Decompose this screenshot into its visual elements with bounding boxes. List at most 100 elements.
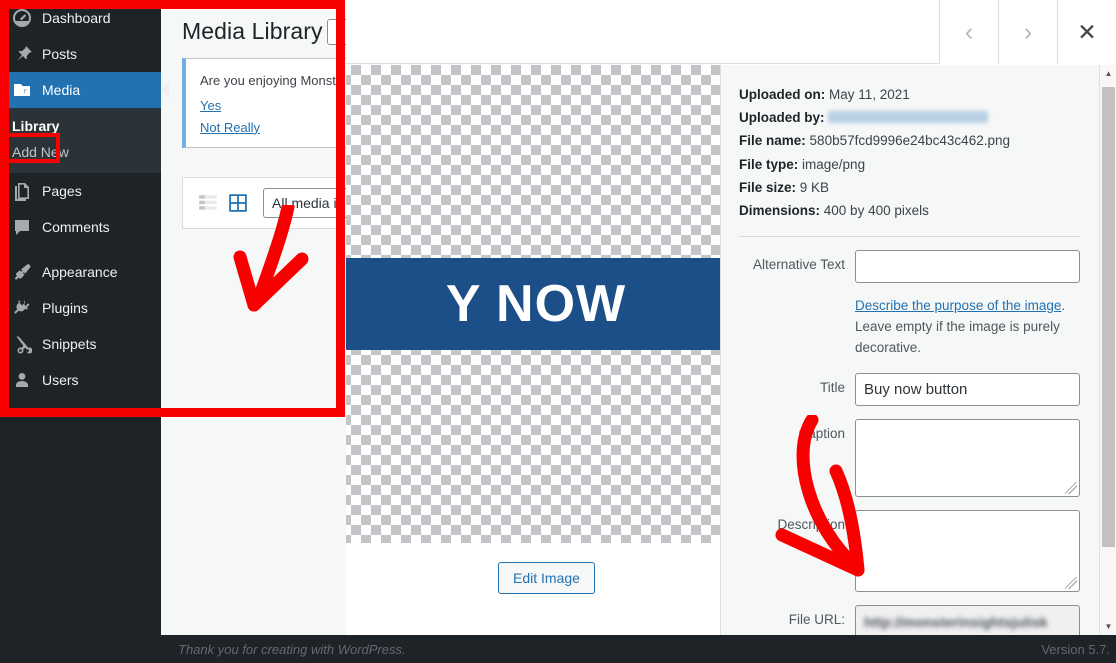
wordpress-admin-screen: Dashboard Posts Media Library Add New Pa… [0,0,1116,663]
footer-thanks-text: Thank you for creating with [178,641,338,657]
sidebar-item-label: Appearance [42,264,118,280]
preview-buy-now-graphic: Y NOW [346,258,720,350]
file-type-label: File type: [739,156,799,172]
file-type-row: File type: image/png [739,153,1080,176]
monsterinsights-notice: Are you enjoying Monst Yes Not Really [182,58,346,148]
sidebar-separator [0,245,161,254]
add-new-button-stub[interactable] [326,19,346,45]
sidebar-item-users[interactable]: Users [0,362,161,398]
uploaded-on-row: Uploaded on: May 11, 2021 [739,83,1080,106]
comments-icon [10,215,34,239]
attachment-preview-image: Y NOW [346,65,720,543]
file-name-label: File name: [739,133,806,149]
file-url-input[interactable]: http://monsterinsightsjulisk [855,605,1080,635]
sidebar-item-label: Media [42,82,81,98]
admin-sidebar: Dashboard Posts Media Library Add New Pa… [0,0,169,663]
close-icon[interactable]: ✕ [1057,0,1116,64]
title-input[interactable]: Buy now button [855,373,1080,407]
file-url-label: File URL: [788,612,845,628]
sidebar-item-label: Snippets [42,336,97,352]
file-url-control: http://monsterinsightsjulisk [855,605,1080,635]
scroll-up-icon[interactable]: ▲ [1100,65,1116,82]
footer-period: . [402,641,406,657]
file-url-value: http://monsterinsightsjulisk [864,613,1048,630]
users-icon [10,368,34,392]
page-title: Media Library [161,0,346,45]
caption-control [855,419,1080,498]
next-media-button[interactable]: › [998,0,1057,64]
notice-text: Are you enjoying Monst [200,73,336,88]
pages-icon [10,179,34,203]
modal-nav-buttons: ‹ › ✕ [939,0,1116,64]
scrollbar-thumb[interactable] [1102,87,1115,547]
caption-row: Caption [739,419,1080,498]
media-toolbar: All media i [182,177,346,229]
uploaded-on-value: May 11, 2021 [829,87,910,102]
plugins-plug-icon [10,296,34,320]
dimensions-row: Dimensions: 400 by 400 pixels [739,199,1080,222]
file-url-row: File URL: http://monsterinsightsjulisk [739,605,1080,635]
footer-thanks: Thank you for creating with WordPress. [178,642,406,657]
description-textarea[interactable] [855,510,1080,593]
sidebar-item-label: Pages [42,183,82,199]
attachment-details-panel: Uploaded on: May 11, 2021 Uploaded by: F… [720,65,1116,635]
media-filter-select[interactable]: All media i [263,188,346,218]
sidebar-item-snippets[interactable]: Snippets [0,326,161,362]
footer-version: Version 5.7. [1041,641,1110,657]
edit-image-button[interactable]: Edit Image [498,562,595,594]
media-library-browser: Media Library Are you enjoying Monst Yes… [161,0,346,663]
file-size-value: 9 KB [799,179,830,195]
sidebar-item-label: Posts [42,46,78,62]
sidebar-item-library[interactable]: Library [0,113,161,139]
caption-label: Caption [798,426,845,442]
appearance-brush-icon [10,260,34,284]
sidebar-item-media[interactable]: Media [0,72,169,108]
description-row: Description [739,510,1080,593]
uploaded-by-value-redacted [828,111,989,124]
sidebar-item-label: Users [42,372,79,388]
describe-purpose-link[interactable]: Describe the purpose of the image [855,298,1061,313]
description-control [855,510,1080,593]
sidebar-item-appearance[interactable]: Appearance [0,254,161,290]
sidebar-item-dashboard[interactable]: Dashboard [0,0,161,36]
description-label: Description [777,517,845,533]
uploaded-by-row: Uploaded by: [739,106,1080,129]
snippets-scissors-icon [10,332,34,356]
caption-textarea[interactable] [855,419,1080,498]
sidebar-item-add-new[interactable]: Add New [0,139,161,165]
attachment-preview-column: Y NOW Edit Image [346,65,720,635]
alt-text-label: Alternative Text [752,257,845,273]
media-icon [10,78,34,102]
file-size-row: File size: 9 KB [739,176,1080,199]
dimensions-value: 400 by 400 pixels [823,203,929,219]
file-type-value: image/png [802,156,866,172]
details-divider [739,236,1080,238]
alt-text-help: Describe the purpose of the image. Leave… [855,296,1080,359]
sidebar-item-posts[interactable]: Posts [0,36,161,72]
title-row: Title Buy now button [739,373,1080,407]
sidebar-item-label: Plugins [42,300,88,316]
wordpress-link[interactable]: WordPress [338,642,402,657]
sidebar-item-pages[interactable]: Pages [0,173,161,209]
file-size-label: File size: [739,179,797,195]
list-view-icon[interactable] [193,188,223,218]
sidebar-item-plugins[interactable]: Plugins [0,290,161,326]
title-label: Title [819,380,845,396]
dimensions-label: Dimensions: [739,203,821,219]
title-control: Buy now button [855,373,1080,407]
notice-not-really-link[interactable]: Not Really [200,120,346,135]
sidebar-item-comments[interactable]: Comments [0,209,161,245]
previous-media-button[interactable]: ‹ [939,0,998,64]
media-submenu: Library Add New [0,108,161,173]
sidebar-item-label: Dashboard [42,10,111,26]
notice-yes-link[interactable]: Yes [200,98,346,113]
dashboard-icon [10,6,34,30]
scroll-down-icon[interactable]: ▼ [1100,618,1116,635]
alt-text-input[interactable] [855,250,1080,284]
grid-view-icon[interactable] [223,188,253,218]
uploaded-on-label: Uploaded on: [739,87,826,102]
sidebar-item-label: Comments [42,219,110,235]
alt-text-row: Alternative Text [739,250,1080,284]
file-name-row: File name: 580b57fcd9996e24bc43c462.png [739,129,1080,152]
details-scrollbar[interactable]: ▲ ▼ [1099,65,1116,635]
